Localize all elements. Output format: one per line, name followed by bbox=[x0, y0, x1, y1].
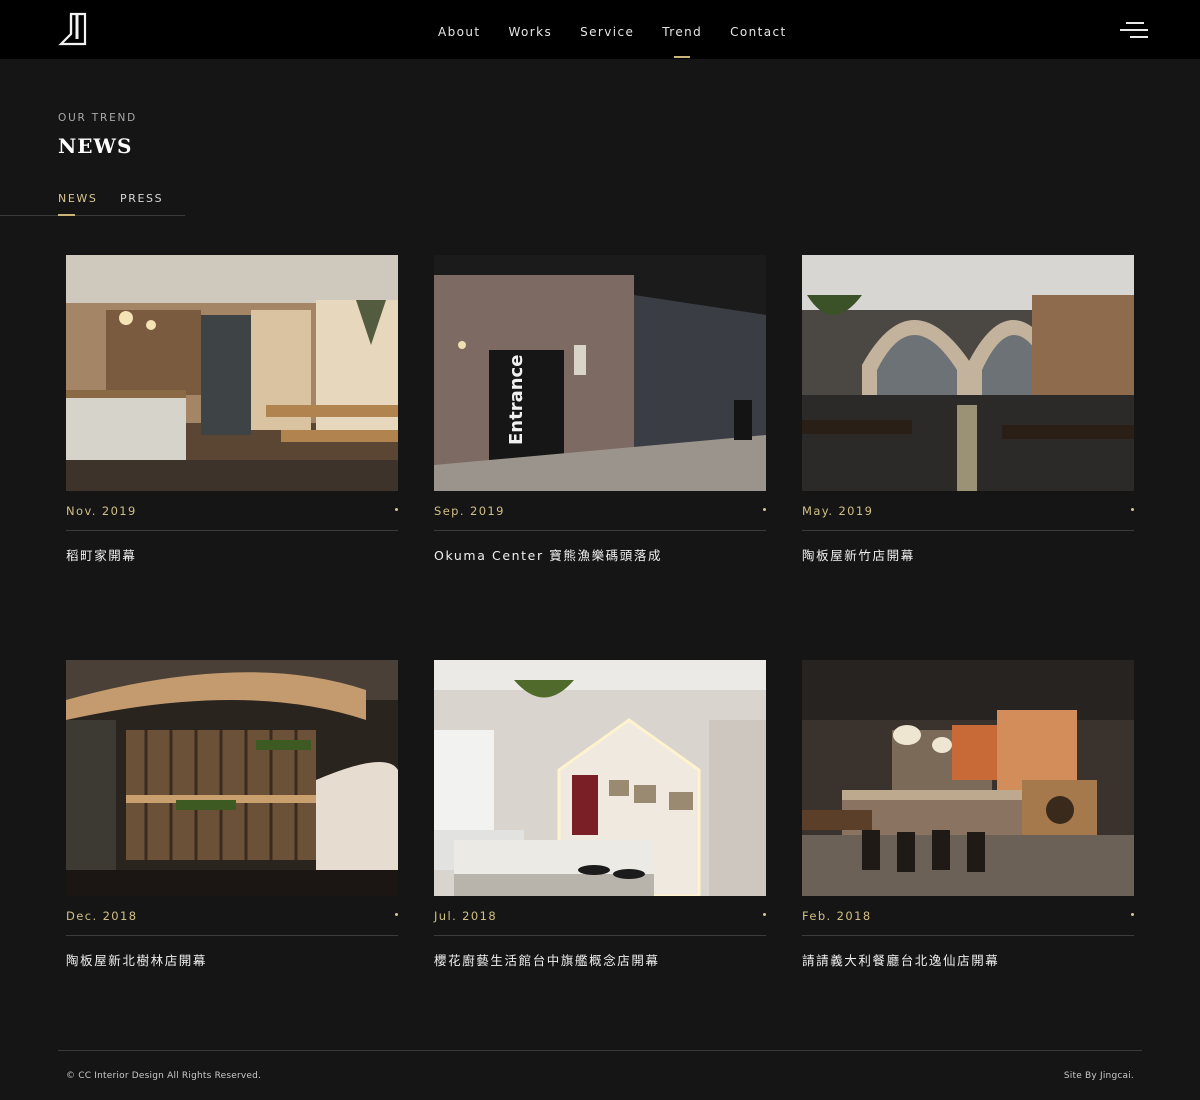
divider bbox=[66, 530, 398, 531]
divider bbox=[802, 530, 1134, 531]
dot-icon bbox=[763, 508, 766, 511]
divider bbox=[66, 935, 398, 936]
menu-line bbox=[1120, 29, 1148, 31]
tab-press[interactable]: PRESS bbox=[120, 192, 163, 205]
nav-works[interactable]: Works bbox=[508, 0, 552, 59]
arched-dining-image bbox=[802, 255, 1134, 491]
nav-contact[interactable]: Contact bbox=[730, 0, 787, 59]
dot-icon bbox=[763, 913, 766, 916]
news-date: Sep. 2019 bbox=[434, 504, 505, 518]
news-title[interactable]: 櫻花廚藝生活館台中旗艦概念店開幕 bbox=[434, 950, 660, 969]
hamburger-menu-icon[interactable] bbox=[1120, 20, 1148, 40]
news-photo[interactable] bbox=[66, 255, 398, 491]
divider bbox=[802, 935, 1134, 936]
cafe-counter-image bbox=[66, 255, 398, 491]
curved-shelf-image bbox=[66, 660, 398, 896]
nav-trend[interactable]: Trend bbox=[662, 0, 702, 59]
nav-about[interactable]: About bbox=[438, 0, 480, 59]
main-nav: About Works Service Trend Contact bbox=[424, 0, 801, 59]
news-date: Jul. 2018 bbox=[434, 909, 498, 923]
menu-line bbox=[1130, 36, 1148, 38]
divider bbox=[434, 530, 766, 531]
news-title[interactable]: 陶板屋新北樹林店開幕 bbox=[66, 950, 207, 969]
kitchen-showroom-image bbox=[434, 660, 766, 896]
news-date: May. 2019 bbox=[802, 504, 874, 518]
news-photo[interactable]: Entrance bbox=[434, 255, 766, 491]
news-title[interactable]: 請請義大利餐廳台北逸仙店開幕 bbox=[802, 950, 999, 969]
category-tabs: NEWS PRESS bbox=[0, 190, 185, 216]
section-eyebrow: OUR TREND bbox=[58, 112, 138, 124]
site-credit-link[interactable]: Site By Jingcai. bbox=[1064, 1071, 1134, 1081]
restaurant-bar-image bbox=[802, 660, 1134, 896]
news-photo[interactable] bbox=[802, 255, 1134, 491]
news-title[interactable]: 陶板屋新竹店開幕 bbox=[802, 545, 915, 564]
dot-icon bbox=[395, 508, 398, 511]
copyright-text: © CC Interior Design All Rights Reserved… bbox=[66, 1071, 262, 1081]
news-date: Nov. 2019 bbox=[66, 504, 137, 518]
dot-icon bbox=[395, 913, 398, 916]
tab-news[interactable]: NEWS bbox=[58, 192, 97, 216]
news-photo[interactable] bbox=[434, 660, 766, 896]
dot-icon bbox=[1131, 508, 1134, 511]
menu-line bbox=[1126, 22, 1144, 24]
dot-icon bbox=[1131, 913, 1134, 916]
top-navigation-bar: About Works Service Trend Contact bbox=[0, 0, 1200, 59]
footer-divider bbox=[58, 1050, 1142, 1051]
page-title: NEWS bbox=[58, 134, 133, 158]
nav-service[interactable]: Service bbox=[580, 0, 634, 59]
svg-text:Entrance: Entrance bbox=[506, 355, 527, 445]
entrance-corridor-image: Entrance bbox=[434, 255, 766, 491]
news-photo[interactable] bbox=[66, 660, 398, 896]
news-date: Dec. 2018 bbox=[66, 909, 138, 923]
news-title[interactable]: 稻町家開幕 bbox=[66, 545, 137, 564]
logo-icon[interactable] bbox=[58, 12, 88, 46]
news-photo[interactable] bbox=[802, 660, 1134, 896]
news-date: Feb. 2018 bbox=[802, 909, 872, 923]
divider bbox=[434, 935, 766, 936]
news-title[interactable]: Okuma Center 寶熊漁樂碼頭落成 bbox=[434, 545, 662, 564]
